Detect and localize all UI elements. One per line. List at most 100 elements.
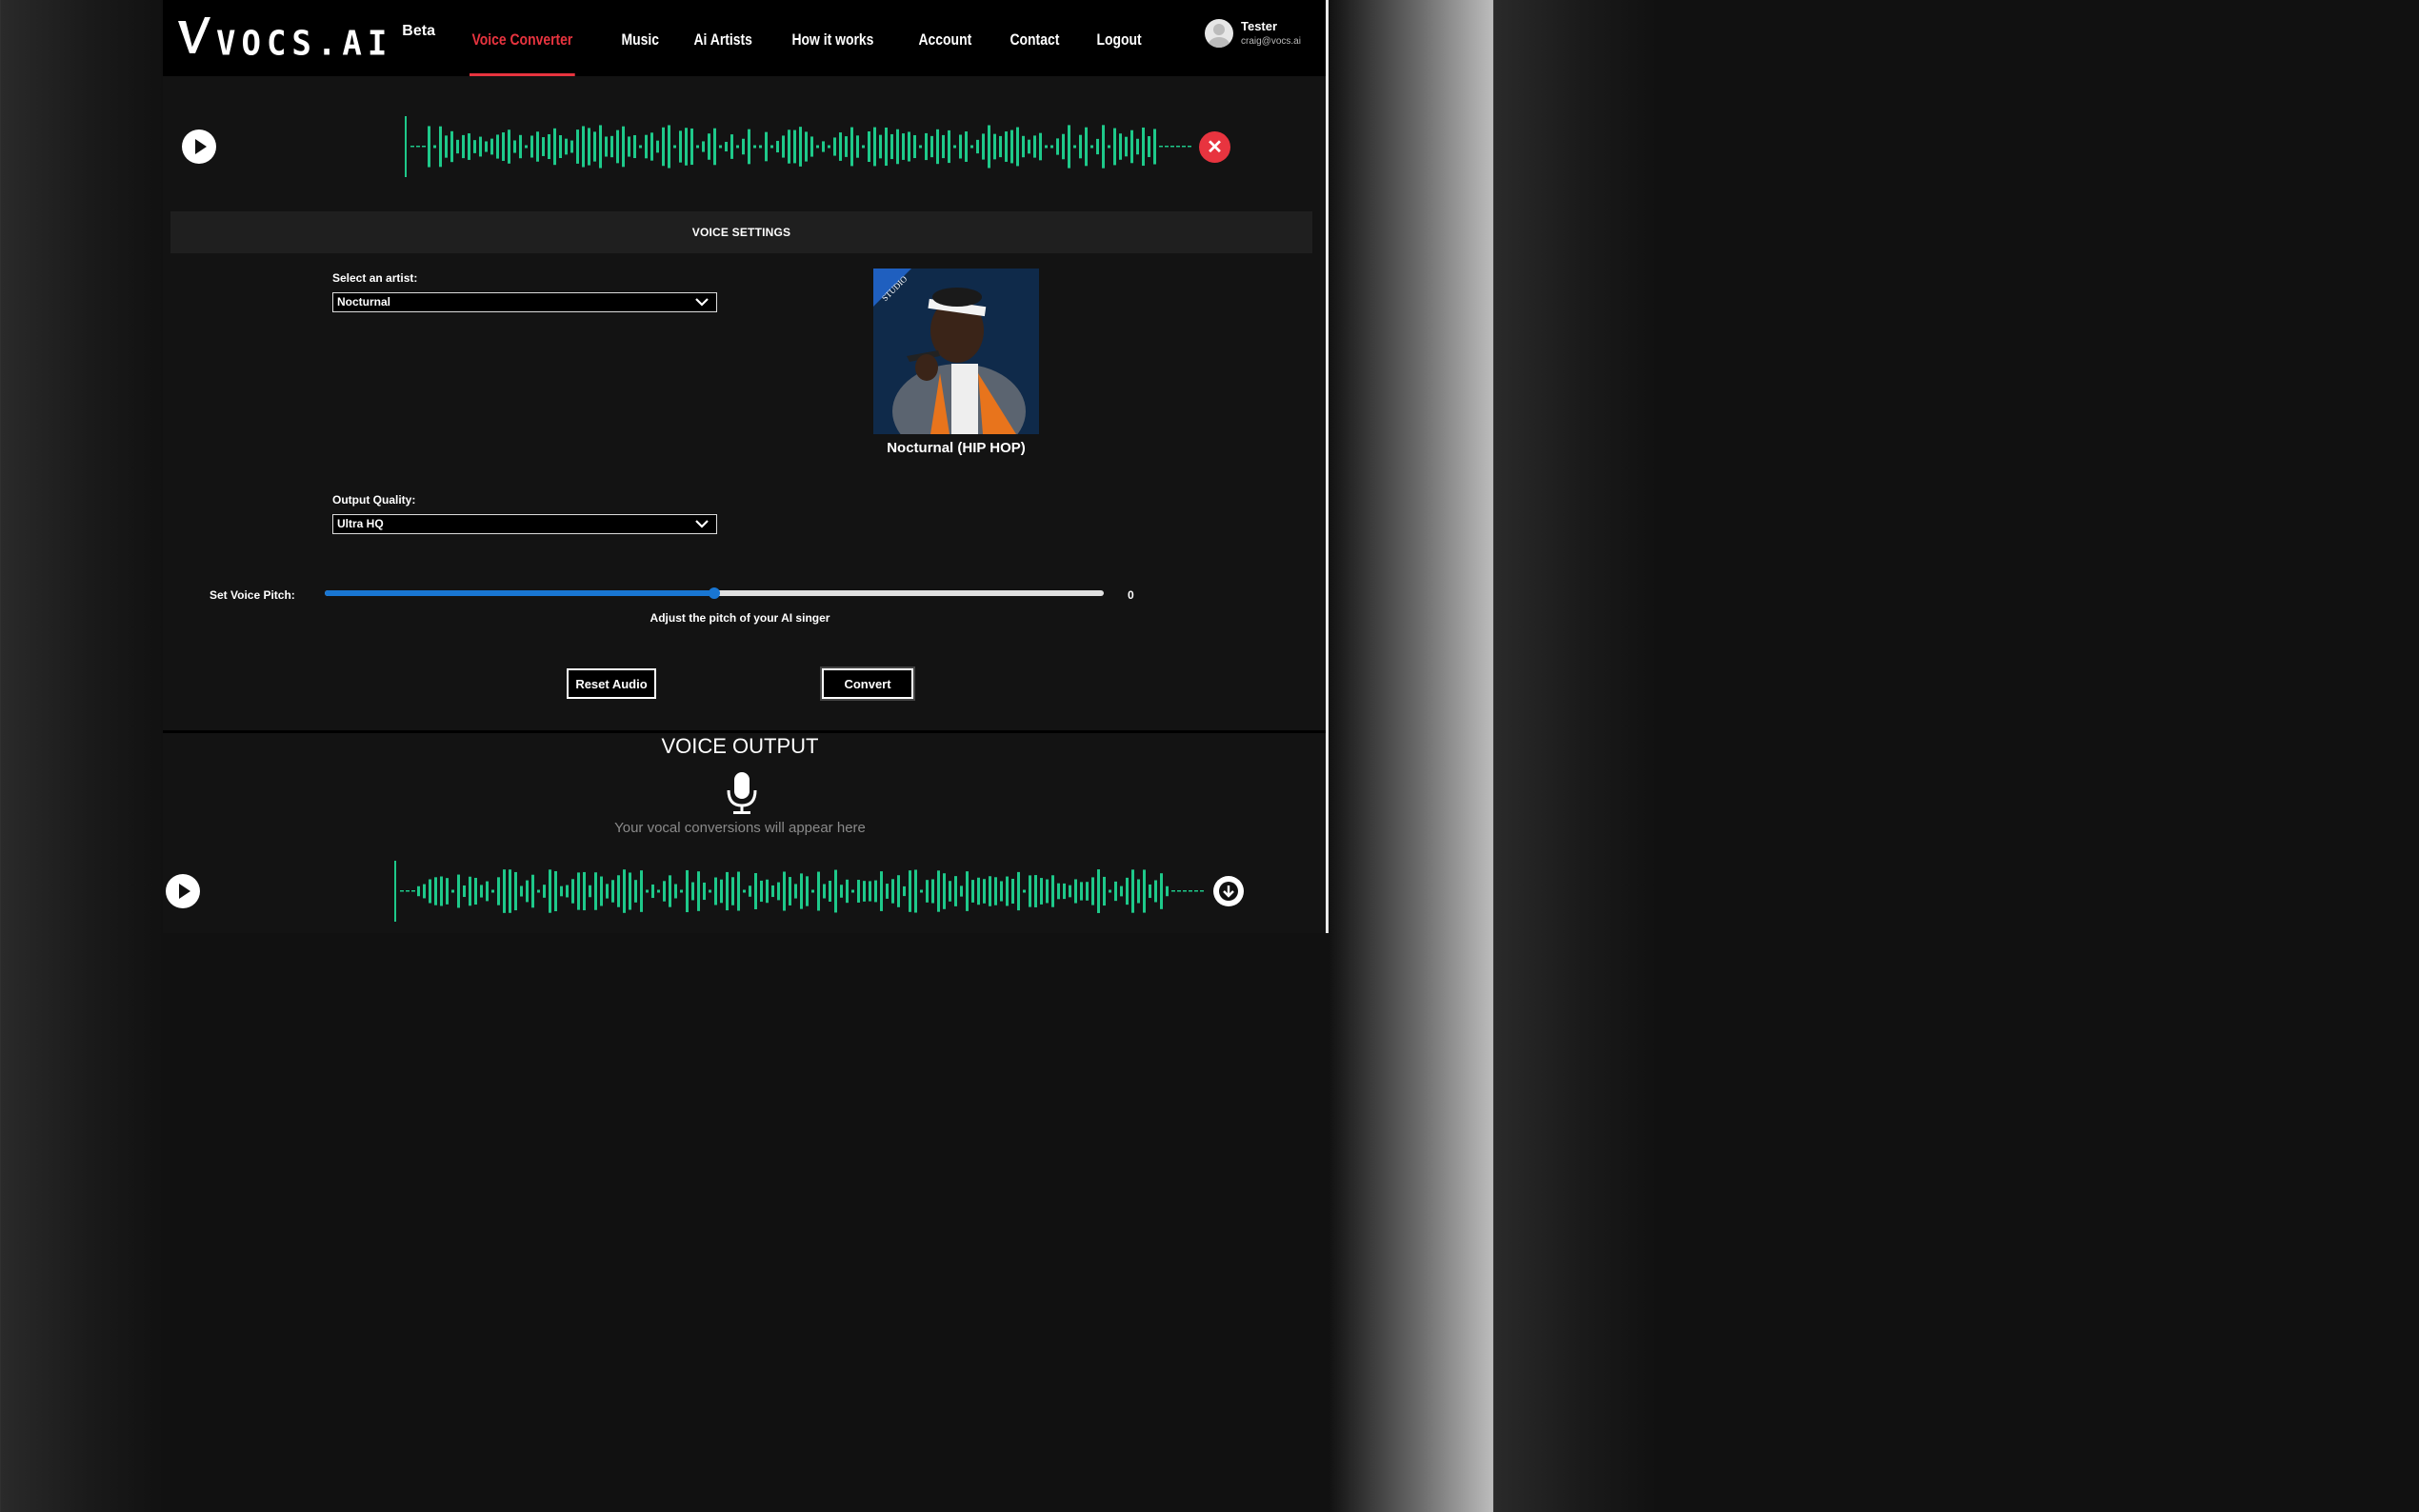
nav-logout[interactable]: Logout [1094,0,1144,76]
waveform-bar [571,879,574,904]
download-button[interactable] [1213,876,1244,906]
waveform-bar [1017,871,1020,911]
waveform-bar [553,128,556,166]
waveform-bar [925,132,928,161]
input-play-button[interactable] [182,129,216,164]
waveform-bar [971,880,974,903]
waveform-bar [948,129,950,164]
waveform-bar [446,878,449,905]
nav-music[interactable]: Music [619,0,661,76]
nav-contact[interactable]: Contact [1008,0,1062,76]
quality-select[interactable]: Ultra HQ [332,514,717,534]
waveform-bar [1189,890,1192,892]
waveform-bar [537,889,540,893]
user-info: Tester craig@vocs.ai [1241,19,1301,48]
waveform-bar [846,879,849,904]
waveform-bar [628,136,630,157]
waveform-bar [509,869,511,913]
waveform-bar [520,885,523,897]
input-waveform[interactable] [405,114,1195,179]
remove-audio-button[interactable]: ✕ [1199,131,1230,163]
waveform-bar [725,141,728,152]
waveform-bar [720,879,723,904]
waveform-bar [599,125,602,169]
nav-ai-artists[interactable]: Ai Artists [691,0,754,76]
waveform-bar [709,889,711,893]
waveform-bar [823,884,826,899]
waveform-bar [1097,869,1100,913]
section-divider [163,730,1326,733]
waveform-bar [1050,145,1053,149]
output-play-button[interactable] [166,874,200,908]
artist-select[interactable]: Nocturnal [332,292,717,312]
waveform-bar [834,869,837,913]
nav-voice-converter[interactable]: Voice Converter [470,0,575,76]
waveform-bar [669,875,671,907]
waveform-bar [840,885,843,898]
waveform-bar [1057,883,1060,900]
waveform-bar [565,138,568,155]
waveform-bar [588,128,590,166]
waveform-bar [696,145,699,149]
waveform-bar [1114,881,1117,902]
user-menu[interactable]: Tester craig@vocs.ai [1205,19,1301,48]
waveform-bar [593,131,596,162]
pitch-slider[interactable] [325,587,1104,599]
waveform-bar [1137,879,1140,904]
waveform-bar [931,879,934,904]
waveform-bar [514,871,517,911]
waveform-bar [817,871,820,911]
waveform-bar [429,879,431,904]
waveform-bar [868,130,870,163]
waveform-bar [703,882,706,901]
waveform-bar [1143,869,1146,913]
waveform-bar [1090,145,1093,149]
waveform-bar [656,140,659,153]
reset-audio-button[interactable]: Reset Audio [567,668,656,699]
waveform-bar [474,877,477,905]
waveform-bar [800,873,803,909]
waveform-bar [777,882,780,901]
convert-button[interactable]: Convert [822,668,913,699]
waveform-bar [1188,146,1191,148]
waveform-bar [1153,129,1156,165]
waveform-bar [829,881,831,902]
waveform-bar [874,880,877,903]
waveform-bar [457,874,460,908]
voice-output-title: VOICE OUTPUT [661,734,819,758]
waveform-bar [748,129,750,165]
waveform-bar [766,879,769,904]
waveform-bar [531,874,534,908]
waveform-bar [589,885,591,898]
waveform-bar [959,134,962,159]
waveform-bar [1154,880,1157,903]
waveform-bar [668,125,670,169]
nav-how-it-works[interactable]: How it works [790,0,876,76]
waveform-bar [1005,131,1008,162]
waveform-bar [462,134,465,159]
waveform-bar [411,890,415,892]
waveform-bar [1039,132,1042,161]
waveform-bar [1131,869,1134,913]
waveform-bar [977,877,980,905]
output-waveform[interactable] [394,859,1207,924]
waveform-bar [879,134,882,159]
waveform-bar [433,145,436,149]
waveform-bar [513,140,516,153]
waveform-bar [479,136,482,157]
waveform-bar [1040,878,1043,905]
avatar[interactable] [1205,19,1233,48]
waveform-bar [845,136,848,157]
waveform-bar [423,884,426,899]
nav-account[interactable]: Account [916,0,974,76]
waveform-bar [811,889,814,893]
waveform-bar [497,877,500,905]
waveform-bar [1085,127,1088,167]
waveform-bar [839,132,842,161]
waveform-bar [714,877,717,905]
logo[interactable]: VOCS.AI Beta [176,15,435,64]
pitch-slider-thumb[interactable] [709,587,720,599]
waveform-bar [662,127,665,167]
user-email: craig@vocs.ai [1241,36,1301,47]
waveform-bar [702,141,705,152]
